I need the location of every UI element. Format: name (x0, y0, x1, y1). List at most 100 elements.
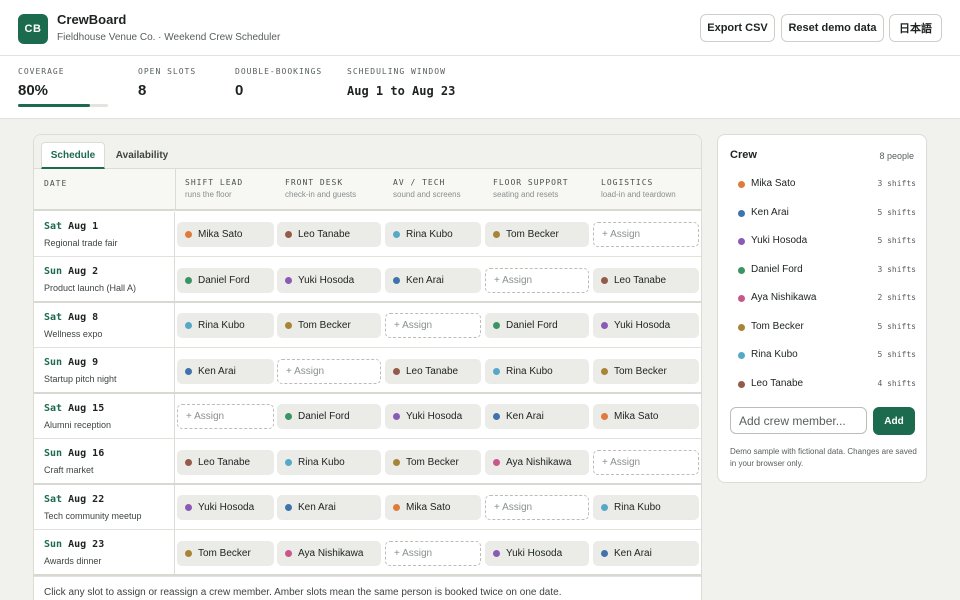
crew-member-name: Daniel Ford (751, 263, 803, 275)
assigned-slot[interactable]: Tom Becker (593, 359, 699, 384)
slot-crew-name: Mika Sato (614, 411, 659, 422)
app-logo: CB (18, 14, 48, 44)
assigned-slot[interactable]: Ken Arai (485, 404, 589, 429)
role-title: FRONT DESK (285, 178, 344, 187)
export-csv-button[interactable]: Export CSV (700, 14, 775, 42)
role-title: FLOOR SUPPORT (493, 178, 569, 187)
day-of-week: Sat (44, 221, 63, 232)
language-button[interactable]: 日本語 (889, 14, 942, 42)
assigned-slot[interactable]: Aya Nishikawa (485, 450, 589, 475)
assigned-slot[interactable]: Leo Tanabe (385, 359, 481, 384)
slot-crew-name: Tom Becker (406, 457, 459, 468)
date-cell: Sat Aug 1 Regional trade fair (34, 212, 175, 256)
slot-crew-name: Rina Kubo (406, 229, 453, 240)
crew-member-name: Mika Sato (751, 178, 796, 189)
assigned-slot[interactable]: Daniel Ford (485, 313, 589, 338)
tab-availability[interactable]: Availability (110, 142, 174, 169)
stats-bar: COVERAGE 80% OPEN SLOTS 8 DOUBLE-BOOKING… (0, 56, 960, 119)
assigned-slot[interactable]: Mika Sato (593, 404, 699, 429)
assigned-slot[interactable]: Aya Nishikawa (277, 541, 381, 566)
open-slots-stat: OPEN SLOTS 8 (138, 67, 196, 99)
assigned-slot[interactable]: Ken Arai (177, 359, 274, 384)
crew-count: 8 people (879, 151, 914, 161)
assign-slot[interactable]: + Assign (593, 222, 699, 247)
assigned-slot[interactable]: Daniel Ford (277, 404, 381, 429)
assigned-slot[interactable]: Yuki Hosoda (385, 404, 481, 429)
crew-member[interactable]: Aya Nishikawa 2 shifts (730, 291, 916, 307)
crew-color-dot (393, 413, 400, 420)
assigned-slot[interactable]: Ken Arai (277, 495, 381, 520)
event-name: Startup pitch night (44, 374, 117, 384)
assigned-slot[interactable]: Mika Sato (385, 495, 481, 520)
date-text: Aug 23 (68, 539, 105, 550)
slot-crew-name: Yuki Hosoda (198, 502, 255, 513)
crew-member[interactable]: Ken Arai 5 shifts (730, 206, 916, 222)
assigned-slot[interactable]: Rina Kubo (177, 313, 274, 338)
assign-slot[interactable]: + Assign (485, 495, 589, 520)
crew-color-dot (738, 181, 745, 188)
crew-member[interactable]: Rina Kubo 5 shifts (730, 348, 916, 364)
assigned-slot[interactable]: Leo Tanabe (593, 268, 699, 293)
assigned-slot[interactable]: Mika Sato (177, 222, 274, 247)
slot-crew-name: Mika Sato (198, 229, 243, 240)
app-subtitle: Fieldhouse Venue Co. · Weekend Crew Sche… (57, 32, 281, 43)
schedule-row: Sat Aug 22 Tech community meetup Yuki Hoso… (34, 485, 701, 530)
assigned-slot[interactable]: Rina Kubo (485, 359, 589, 384)
crew-color-dot (285, 231, 292, 238)
assigned-slot[interactable]: Rina Kubo (277, 450, 381, 475)
crew-member[interactable]: Leo Tanabe 4 shifts (730, 377, 916, 393)
assigned-slot[interactable]: Ken Arai (385, 268, 481, 293)
assigned-slot[interactable]: Yuki Hosoda (277, 268, 381, 293)
crew-member[interactable]: Daniel Ford 3 shifts (730, 263, 916, 279)
assign-slot[interactable]: + Assign (485, 268, 589, 293)
crew-color-dot (285, 459, 292, 466)
date-text: Aug 9 (68, 357, 99, 368)
slot-crew-name: Tom Becker (198, 548, 251, 559)
reset-demo-button[interactable]: Reset demo data (781, 14, 884, 42)
crew-member[interactable]: Tom Becker 5 shifts (730, 320, 916, 336)
crew-color-dot (601, 277, 608, 284)
assigned-slot[interactable]: Yuki Hosoda (485, 541, 589, 566)
assign-slot[interactable]: + Assign (385, 313, 481, 338)
assign-slot[interactable]: + Assign (385, 541, 481, 566)
assign-slot[interactable]: + Assign (593, 450, 699, 475)
role-subtitle: runs the floor (185, 190, 232, 199)
role-header-floor-support: FLOOR SUPPORT seating and resets (493, 178, 569, 199)
crew-member[interactable]: Yuki Hosoda 5 shifts (730, 234, 916, 250)
assigned-slot[interactable]: Tom Becker (277, 313, 381, 338)
assigned-slot[interactable]: Ken Arai (593, 541, 699, 566)
add-crew-input[interactable]: Add crew member... (730, 407, 867, 434)
assign-slot[interactable]: + Assign (277, 359, 381, 384)
crew-color-dot (738, 323, 745, 331)
assigned-slot[interactable]: Rina Kubo (593, 495, 699, 520)
crew-panel: Crew 8 people Mika Sato 3 shifts Ken Arai 5… (717, 134, 927, 483)
add-crew-button[interactable]: Add (873, 407, 915, 435)
crew-member-shifts: 5 shifts (877, 207, 916, 217)
assigned-slot[interactable]: Yuki Hosoda (177, 495, 274, 520)
date-text: Aug 15 (68, 403, 105, 414)
slot-crew-name: Leo Tanabe (298, 229, 351, 240)
crew-color-dot (601, 550, 608, 557)
schedule-table-header: DATE SHIFT LEAD runs the floor FRONT DES… (34, 169, 701, 211)
crew-member[interactable]: Mika Sato 3 shifts (730, 177, 916, 193)
date-cell: Sun Aug 9 Startup pitch night (34, 348, 175, 392)
assign-slot[interactable]: + Assign (177, 404, 274, 429)
assigned-slot[interactable]: Leo Tanabe (277, 222, 381, 247)
slot-crew-name: Yuki Hosoda (614, 320, 671, 331)
slot-crew-name: Daniel Ford (198, 275, 250, 286)
role-subtitle: sound and screens (393, 190, 461, 199)
role-title: SHIFT LEAD (185, 178, 244, 187)
top-bar: CB CrewBoard Fieldhouse Venue Co. · Week… (0, 0, 960, 56)
assigned-slot[interactable]: Tom Becker (177, 541, 274, 566)
assigned-slot[interactable]: Tom Becker (385, 450, 481, 475)
crew-color-dot (285, 504, 292, 511)
assigned-slot[interactable]: Yuki Hosoda (593, 313, 699, 338)
assigned-slot[interactable]: Leo Tanabe (177, 450, 274, 475)
slot-crew-name: Ken Arai (198, 366, 236, 377)
tab-schedule[interactable]: Schedule (41, 142, 105, 169)
assigned-slot[interactable]: Daniel Ford (177, 268, 274, 293)
assigned-slot[interactable]: Tom Becker (485, 222, 589, 247)
date-cell: Sat Aug 22 Tech community meetup (34, 485, 175, 529)
header-divider (175, 169, 176, 211)
assigned-slot[interactable]: Rina Kubo (385, 222, 481, 247)
